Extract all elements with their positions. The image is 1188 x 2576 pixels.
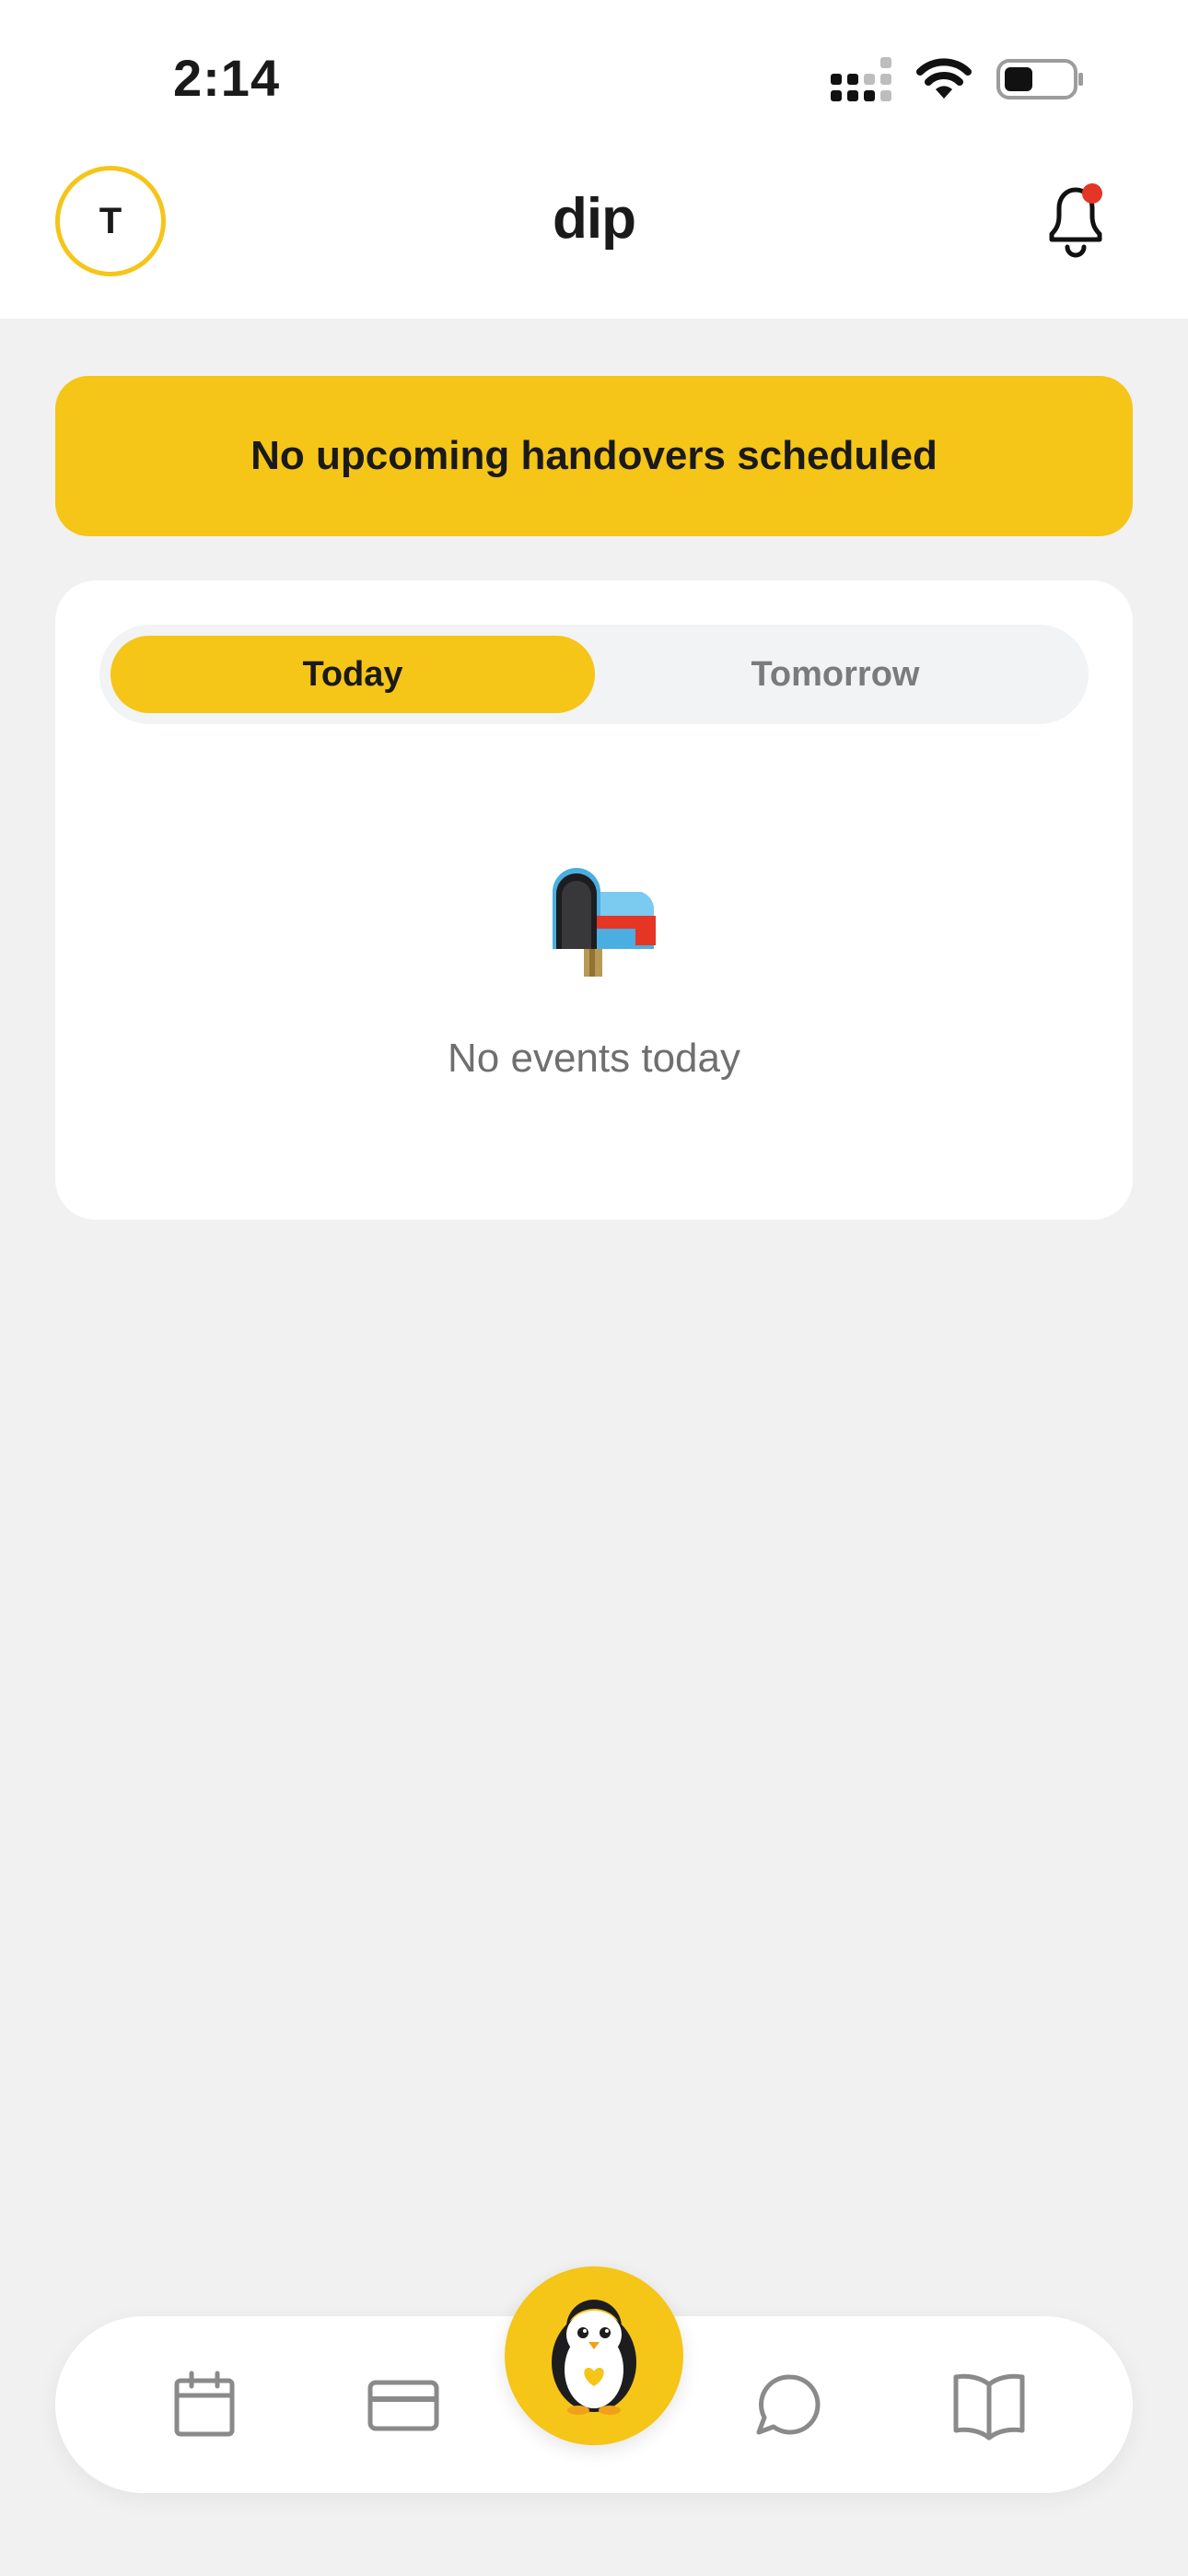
status-time: 2:14 [173,49,281,107]
top-bar: 2:14 T dip [0,0,1188,319]
notification-bell-icon[interactable] [1041,179,1114,263]
penguin-icon [552,2300,636,2415]
tab-tomorrow-label: Tomorrow [751,654,920,694]
app-header: T dip [0,158,1188,287]
app-title: dip [553,187,636,251]
book-icon[interactable] [947,2362,1031,2447]
wifi-icon [916,58,972,99]
notification-badge [1082,183,1102,204]
home-screen: 2:14 T dip No upcoming handovers schedul… [0,0,1188,2576]
penguin-home-button[interactable] [505,2266,683,2445]
tab-tomorrow[interactable]: Tomorrow [593,636,1077,713]
mailbox-icon [553,868,656,977]
card-icon[interactable] [361,2362,446,2447]
calendar-icon[interactable] [162,2362,247,2447]
tab-today[interactable]: Today [111,636,595,713]
cellular-signal-icon [831,57,891,101]
status-icons [831,57,1085,101]
day-segmented-control: Today Tomorrow [99,625,1089,724]
tab-today-label: Today [302,654,403,694]
handover-banner[interactable]: No upcoming handovers scheduled [55,376,1133,536]
empty-events-message: No events today [448,1036,740,1081]
events-card: Today Tomorrow No events today [55,580,1133,1220]
battery-icon [996,59,1083,100]
chat-icon[interactable] [748,2362,833,2447]
handover-banner-text: No upcoming handovers scheduled [250,433,938,478]
